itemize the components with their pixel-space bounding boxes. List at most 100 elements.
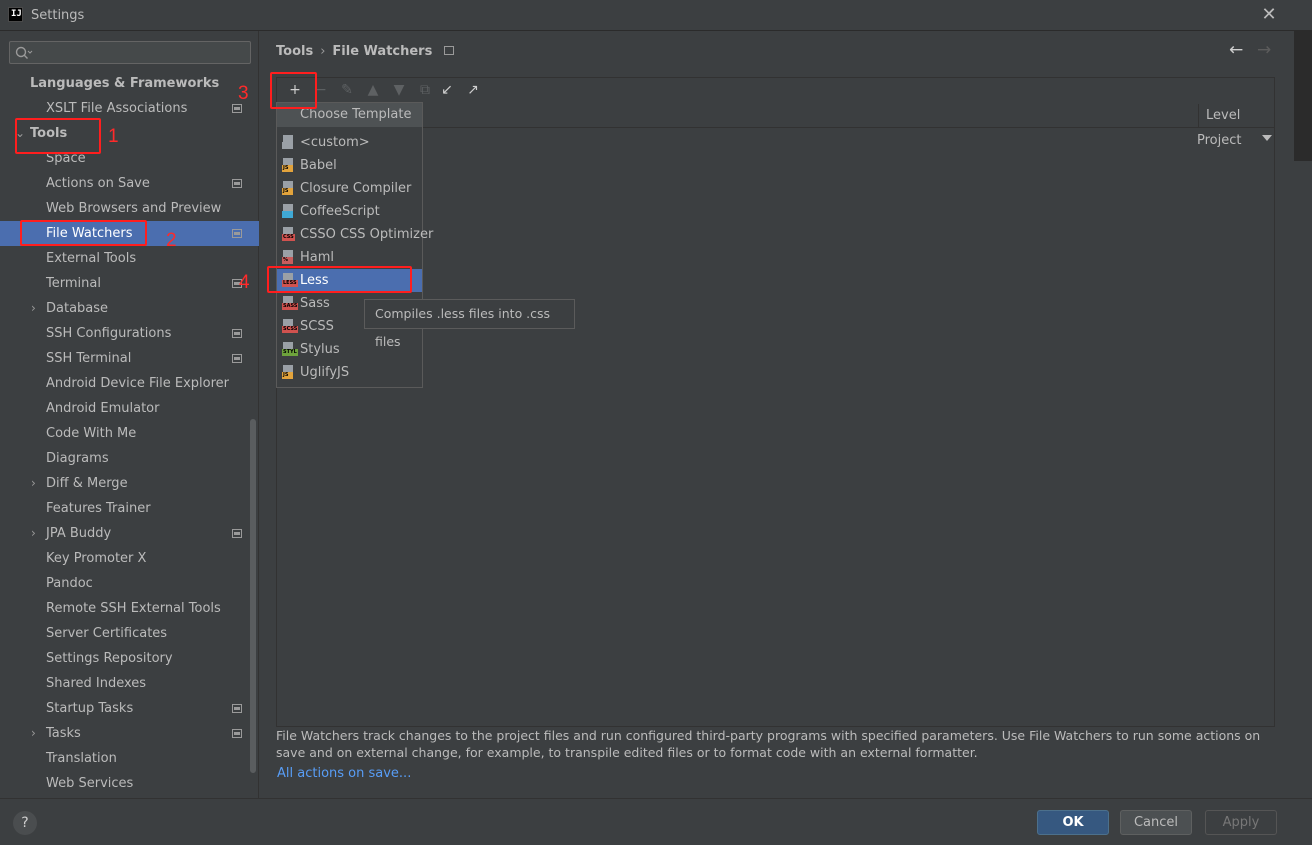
import-button[interactable]: ↙ (437, 80, 457, 100)
project-scope-icon (232, 529, 242, 538)
chevron-right-icon[interactable]: › (31, 521, 36, 546)
watchers-toolbar: + − ✎ ▲ ▼ ⧉ ↙ ↗ (277, 78, 1274, 103)
breadcrumb: Tools › File Watchers (276, 44, 455, 59)
edit-button[interactable]: ✎ (337, 80, 357, 100)
sidebar-scrollbar[interactable] (250, 419, 256, 773)
sidebar-item-label: Shared Indexes (46, 676, 147, 691)
sass-file-icon: SASS (282, 296, 299, 310)
sidebar-item-languages-frameworks[interactable]: Languages & Frameworks (0, 71, 259, 96)
move-up-button[interactable]: ▲ (363, 80, 383, 100)
settings-tree: Languages & Frameworks XSLT File Associat… (0, 71, 259, 796)
sidebar-item-label: Web Services (46, 776, 134, 791)
back-arrow-icon[interactable]: ← (1229, 40, 1243, 60)
js-file-icon: JS (282, 181, 296, 195)
sidebar-item-startup-tasks[interactable]: Startup Tasks (0, 696, 259, 721)
close-icon[interactable]: ✕ (1258, 3, 1280, 27)
annotation-box-tools (15, 118, 101, 154)
choose-template-popup: Choose Template <custom> JS Babel JS Closure… (276, 102, 433, 388)
sidebar-item-terminal[interactable]: Terminal (0, 271, 259, 296)
chevron-down-icon[interactable] (1262, 135, 1272, 141)
sidebar-item-settings-repository[interactable]: Settings Repository (0, 646, 259, 671)
sidebar-item-server-certificates[interactable]: Server Certificates (0, 621, 259, 646)
sidebar-item-label: SSH Configurations (46, 326, 172, 341)
sidebar-item-label: Terminal (46, 276, 101, 291)
sidebar-item-web-services[interactable]: Web Services (0, 771, 259, 796)
sidebar-item-android-device-file-explorer[interactable]: Android Device File Explorer (0, 371, 259, 396)
sidebar-item-translation[interactable]: Translation (0, 746, 259, 771)
sidebar-item-label: Features Trainer (46, 501, 151, 516)
sidebar-item-web-browsers[interactable]: Web Browsers and Preview (0, 196, 259, 221)
chevron-right-icon[interactable]: › (31, 296, 36, 321)
sidebar-item-label: Tasks (46, 726, 81, 741)
annotation-box-add (270, 72, 317, 109)
chevron-right-icon[interactable]: › (31, 471, 36, 496)
sidebar-item-tasks[interactable]: › Tasks (0, 721, 259, 746)
sidebar-item-label: Key Promoter X (46, 551, 147, 566)
project-scope-icon (232, 179, 242, 188)
sidebar-item-label: Settings Repository (46, 651, 173, 666)
breadcrumb-parent[interactable]: Tools (276, 44, 313, 59)
cancel-button[interactable]: Cancel (1120, 810, 1192, 835)
custom-icon (282, 135, 296, 149)
sidebar-item-features-trainer[interactable]: Features Trainer (0, 496, 259, 521)
annotation-number-4: 4 (239, 272, 250, 293)
js-file-icon: JS (282, 158, 296, 172)
template-item[interactable]: CSS CSSO CSS Optimizer (277, 223, 433, 246)
template-item[interactable]: JS UglifyJS (277, 361, 422, 384)
template-item[interactable]: <custom> (277, 131, 422, 154)
template-label: SCSS (300, 319, 334, 334)
template-label: Babel (300, 158, 337, 173)
all-actions-on-save-link[interactable]: All actions on save... (277, 766, 411, 781)
project-scope-icon (232, 354, 242, 363)
forward-arrow-icon[interactable]: → (1257, 40, 1271, 60)
template-label: <custom> (300, 135, 370, 150)
move-down-button[interactable]: ▼ (389, 80, 409, 100)
sidebar-item-diagrams[interactable]: Diagrams (0, 446, 259, 471)
sidebar-item-actions-on-save[interactable]: Actions on Save (0, 171, 259, 196)
sidebar-item-database[interactable]: › Database (0, 296, 259, 321)
sidebar-item-code-with-me[interactable]: Code With Me (0, 421, 259, 446)
sidebar-item-label: Android Emulator (46, 401, 160, 416)
sidebar-item-ssh-configurations[interactable]: SSH Configurations (0, 321, 259, 346)
stylus-file-icon: STYL (282, 342, 298, 356)
template-label: CSSO CSS Optimizer (300, 227, 434, 242)
settings-search-input[interactable] (9, 41, 251, 64)
ok-button[interactable]: OK (1037, 810, 1109, 835)
apply-button[interactable]: Apply (1205, 810, 1277, 835)
sidebar-item-label: Diff & Merge (46, 476, 128, 491)
sidebar-item-ssh-terminal[interactable]: SSH Terminal (0, 346, 259, 371)
dialog-footer: ? OK Cancel Apply (0, 798, 1312, 845)
annotation-number-2: 2 (166, 230, 177, 251)
sidebar-item-label: Remote SSH External Tools (46, 601, 221, 616)
sidebar-item-label: Actions on Save (46, 176, 150, 191)
chevron-right-icon[interactable]: › (31, 721, 36, 746)
sidebar-item-label: Android Device File Explorer (46, 376, 229, 391)
sidebar-item-pandoc[interactable]: Pandoc (0, 571, 259, 596)
sidebar-item-diff-merge[interactable]: › Diff & Merge (0, 471, 259, 496)
sidebar-item-shared-indexes[interactable]: Shared Indexes (0, 671, 259, 696)
help-icon[interactable]: ? (13, 811, 37, 835)
sidebar-item-label: Server Certificates (46, 626, 168, 641)
level-column-header[interactable]: Level (1198, 104, 1274, 128)
template-label: Stylus (300, 342, 340, 357)
export-button[interactable]: ↗ (463, 80, 483, 100)
sidebar-item-jpa-buddy[interactable]: › JPA Buddy (0, 521, 259, 546)
template-item[interactable]: CoffeeScript (277, 200, 422, 223)
template-item[interactable]: JS Closure Compiler (277, 177, 422, 200)
annotation-number-3: 3 (238, 83, 249, 104)
sidebar-item-label: Languages & Frameworks (30, 76, 220, 91)
coffeescript-icon (282, 204, 296, 218)
sidebar-item-android-emulator[interactable]: Android Emulator (0, 396, 259, 421)
title-bar: IJ Settings ✕ (0, 0, 1312, 31)
sidebar-item-external-tools[interactable]: External Tools (0, 246, 259, 271)
level-cell[interactable]: Project (1197, 133, 1241, 148)
sidebar-item-key-promoter-x[interactable]: Key Promoter X (0, 546, 259, 571)
template-item[interactable]: JS Babel (277, 154, 422, 177)
js-file-icon: JS (282, 365, 296, 379)
copy-button[interactable]: ⧉ (415, 80, 435, 100)
sidebar-item-remote-ssh-external-tools[interactable]: Remote SSH External Tools (0, 596, 259, 621)
css-file-icon: CSS (282, 227, 296, 241)
file-watchers-panel: + − ✎ ▲ ▼ ⧉ ↙ ↗ Level Project (276, 77, 1275, 727)
breadcrumb-current: File Watchers (332, 44, 433, 59)
project-scope-icon (232, 104, 242, 113)
